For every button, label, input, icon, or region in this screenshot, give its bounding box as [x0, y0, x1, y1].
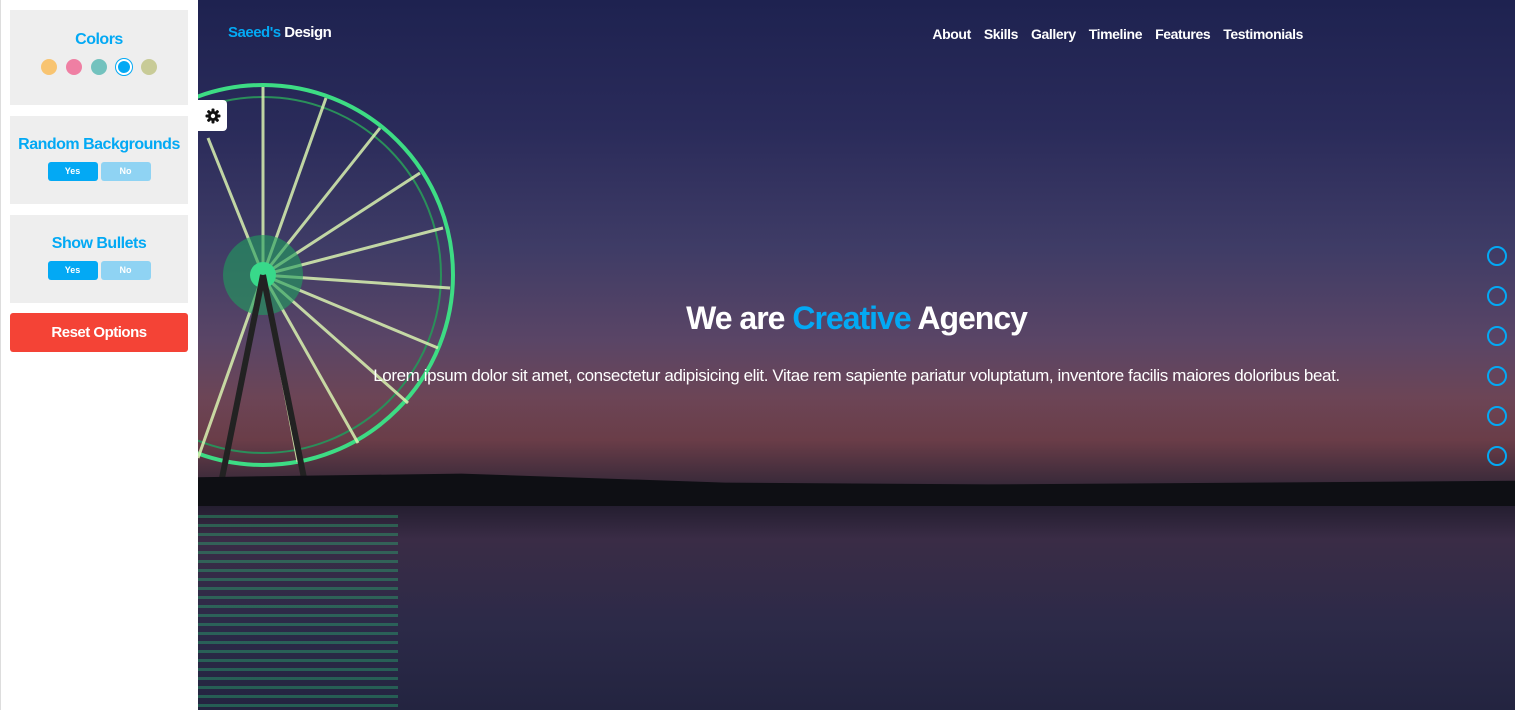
random-backgrounds-box: Random Backgrounds Yes No: [10, 116, 188, 204]
nav-link-skills[interactable]: Skills: [984, 26, 1019, 42]
color-swatches: [10, 59, 188, 75]
colors-option-box: Colors: [10, 10, 188, 105]
hero-subtitle: Lorem ipsum dolor sit amet, consectetur …: [373, 366, 1340, 385]
reset-options-button[interactable]: Reset Options: [10, 313, 188, 352]
main-nav: About Skills Gallery Timeline Features T…: [932, 26, 1303, 42]
nav-link-timeline[interactable]: Timeline: [1089, 26, 1143, 42]
water-reflection: [198, 515, 398, 710]
bullet-5[interactable]: [1487, 406, 1507, 426]
show-bullets-box: Show Bullets Yes No: [10, 215, 188, 303]
section-bullets: [1487, 246, 1507, 466]
color-swatch-teal[interactable]: [91, 59, 107, 75]
show-bullets-title: Show Bullets: [51, 235, 147, 252]
settings-sidebar: Colors Random Backgrounds Yes No Show Bu…: [0, 0, 198, 710]
settings-toggle-button[interactable]: [198, 100, 227, 131]
headline-pre: We are: [686, 300, 785, 336]
headline-accent: Creative: [792, 300, 911, 336]
nav-link-features[interactable]: Features: [1155, 26, 1211, 42]
nav-link-gallery[interactable]: Gallery: [1031, 26, 1076, 42]
colors-title: Colors: [75, 31, 123, 48]
random-backgrounds-no-button[interactable]: No: [100, 162, 151, 181]
ferris-wheel-image: [198, 83, 455, 499]
show-bullets-no-button[interactable]: No: [100, 261, 151, 280]
show-bullets-yes-button[interactable]: Yes: [47, 261, 98, 280]
color-swatch-blue[interactable]: [116, 59, 132, 75]
hero-section: Saeed's Design About Skills Gallery Time…: [198, 0, 1515, 710]
bullet-2[interactable]: [1487, 286, 1507, 306]
bullet-4[interactable]: [1487, 366, 1507, 386]
gear-icon: [205, 108, 220, 123]
headline-post: Agency: [917, 300, 1028, 336]
color-swatch-yellow[interactable]: [41, 59, 57, 75]
bullet-6[interactable]: [1487, 446, 1507, 466]
bullet-1[interactable]: [1487, 246, 1507, 266]
color-swatch-olive[interactable]: [141, 59, 157, 75]
logo-text: Design: [284, 24, 332, 41]
logo-accent-text: Saeed's: [228, 24, 281, 41]
horizon-treeline: [198, 473, 1515, 506]
color-swatch-pink[interactable]: [66, 59, 82, 75]
site-logo[interactable]: Saeed's Design: [228, 24, 332, 41]
random-backgrounds-yes-button[interactable]: Yes: [47, 162, 98, 181]
random-backgrounds-title: Random Backgrounds: [18, 136, 180, 153]
bullet-3[interactable]: [1487, 326, 1507, 346]
nav-link-testimonials[interactable]: Testimonials: [1223, 26, 1303, 42]
hero-headline: We are Creative Agency: [198, 300, 1515, 337]
nav-link-about[interactable]: About: [932, 26, 971, 42]
